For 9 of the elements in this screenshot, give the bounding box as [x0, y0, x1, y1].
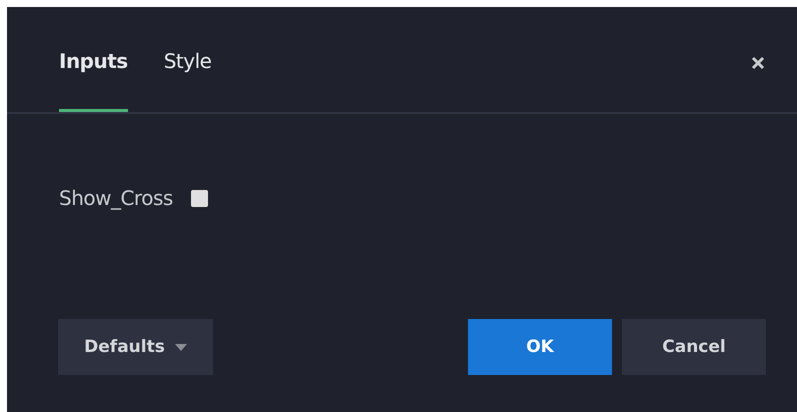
field-label: Show_Cross: [59, 186, 173, 210]
tab[interactable]: Inputs: [59, 7, 128, 112]
tab[interactable]: Style: [164, 7, 212, 112]
checkbox[interactable]: [190, 190, 208, 206]
close-icon[interactable]: [751, 56, 765, 70]
cancel-button[interactable]: Cancel: [622, 319, 766, 375]
ok-button[interactable]: OK: [468, 319, 612, 375]
caret-icon: [174, 344, 187, 350]
defaults-button[interactable]: Defaults: [58, 319, 213, 375]
